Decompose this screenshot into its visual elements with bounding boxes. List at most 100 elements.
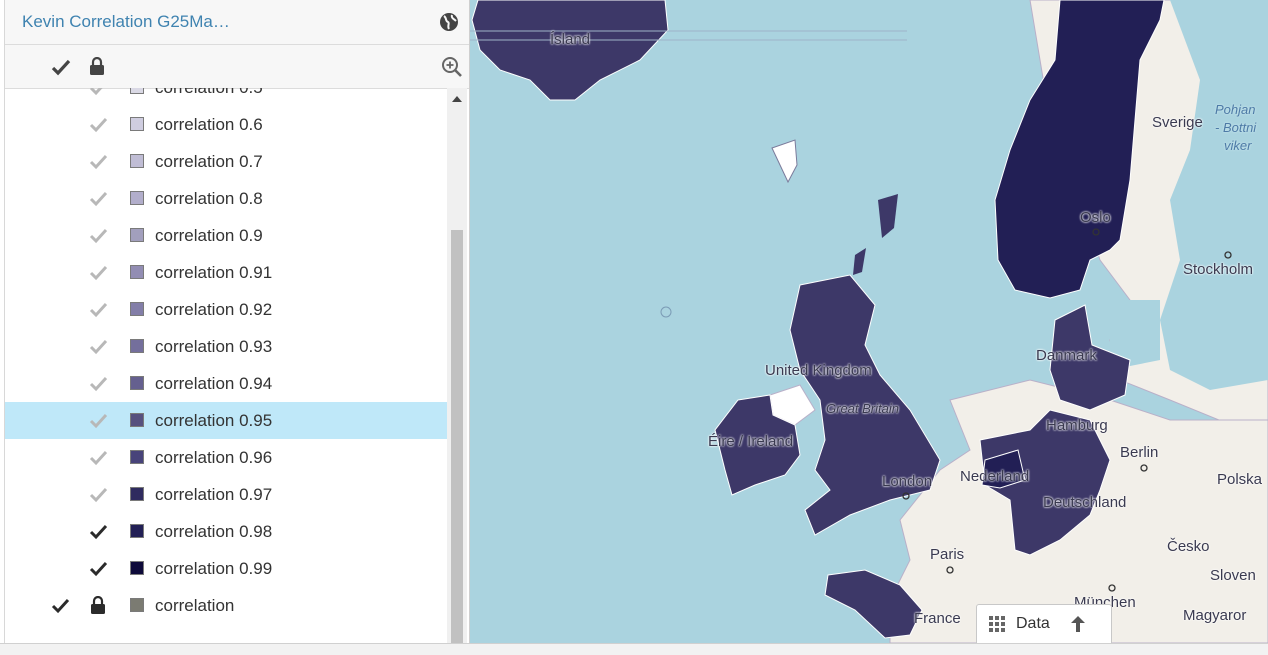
layer-label: correlation 0.9 [155, 226, 263, 245]
visibility-check-icon[interactable] [89, 375, 108, 392]
layer-color-swatch [130, 302, 144, 316]
layer-panel: Kevin Correlation G25Ma… correlation 0.5… [4, 0, 470, 643]
iceland [471, 0, 669, 101]
data-panel-toggle[interactable]: Data [976, 604, 1112, 643]
layer-label: correlation 0.96 [155, 448, 273, 467]
visibility-check-icon[interactable] [89, 88, 108, 96]
lock-icon[interactable] [90, 595, 106, 615]
visibility-check-icon[interactable] [89, 301, 108, 318]
panel-title[interactable]: Kevin Correlation G25Ma… [22, 12, 230, 32]
layer-row[interactable]: correlation 0.91 [5, 254, 447, 291]
layer-label: correlation 0.97 [155, 485, 273, 504]
scrollbar-thumb[interactable] [451, 230, 463, 643]
map-label-london: London [882, 473, 933, 490]
map-label-magyarorszag: Magyaror [1183, 607, 1247, 624]
zoom-in-icon[interactable] [441, 56, 463, 78]
layer-label: correlation 0.93 [155, 337, 273, 356]
map-label-cesko: Česko [1167, 538, 1210, 555]
globe-icon[interactable] [439, 12, 459, 32]
visibility-check-icon[interactable] [89, 153, 108, 170]
map-label-stockholm: Stockholm [1183, 261, 1254, 278]
visibility-check-icon[interactable] [89, 560, 108, 577]
map-label-hamburg: Hamburg [1046, 417, 1108, 434]
layer-row[interactable]: correlation 0.93 [5, 328, 447, 365]
visibility-check-icon[interactable] [89, 412, 108, 429]
map-label-great-britain: Great Britain [826, 401, 899, 416]
visibility-check-icon[interactable] [89, 523, 108, 540]
scrollbar[interactable] [447, 88, 467, 643]
layer-color-swatch [130, 413, 144, 427]
lock-icon[interactable] [89, 57, 105, 76]
layer-label: correlation [155, 596, 235, 615]
map-label-pohjanlahti-3: viker [1224, 138, 1252, 153]
layer-row[interactable]: correlation 0.92 [5, 291, 447, 328]
layer-row[interactable]: correlation 0.5 [5, 88, 447, 106]
map-canvas[interactable]: Ísland Sverige Pohjan - Bottni viker Osl… [470, 0, 1268, 643]
layer-label: correlation 0.5 [155, 88, 263, 98]
visibility-check-icon[interactable] [89, 116, 108, 133]
layer-label: correlation 0.99 [155, 559, 273, 578]
visibility-check-icon[interactable] [89, 190, 108, 207]
layer-row[interactable]: correlation 0.94 [5, 365, 447, 402]
map-label-danmark: Danmark [1036, 347, 1097, 364]
map-label-france: France [914, 610, 961, 627]
map-label-eire: Éire / Ireland [708, 433, 794, 450]
layer-label: correlation 0.98 [155, 522, 273, 541]
layer-color-swatch [130, 339, 144, 353]
visibility-check-icon[interactable] [89, 264, 108, 281]
visibility-check-icon[interactable] [89, 449, 108, 466]
layer-color-swatch [130, 561, 144, 575]
visibility-check-icon[interactable] [89, 227, 108, 244]
basemap [470, 0, 1268, 643]
layer-color-swatch [130, 191, 144, 205]
layer-color-swatch [130, 154, 144, 168]
map-label-island: Ísland [550, 31, 591, 48]
layer-label: correlation 0.6 [155, 115, 263, 134]
orkney [853, 248, 866, 275]
scroll-up-icon[interactable] [452, 95, 462, 103]
layer-color-swatch [130, 450, 144, 464]
map-label-pohjanlahti-2: - Bottni [1215, 120, 1257, 135]
layer-color-swatch [130, 88, 144, 94]
map-label-nederland: Nederland [960, 468, 1030, 485]
map-label-paris: Paris [930, 546, 965, 563]
layer-color-swatch [130, 487, 144, 501]
layer-row[interactable]: correlation 0.8 [5, 180, 447, 217]
visibility-check-icon[interactable] [51, 597, 70, 614]
grid-icon [989, 615, 1005, 632]
map-label-oslo: Oslo [1080, 209, 1111, 226]
layer-label: correlation 0.94 [155, 374, 273, 393]
layer-list[interactable]: correlation 0.5 correlation 0.6 correlatio… [5, 88, 447, 643]
data-panel-label: Data [1016, 615, 1050, 632]
layer-label: correlation 0.91 [155, 263, 273, 282]
visibility-check-icon[interactable] [89, 338, 108, 355]
layer-row[interactable]: correlation 0.96 [5, 439, 447, 476]
layer-color-swatch [130, 117, 144, 131]
map-label-deutschland: Deutschland [1043, 494, 1127, 511]
parent-layer-row[interactable]: correlation [5, 587, 447, 624]
map-label-slovenija: Sloven [1210, 567, 1256, 584]
layer-color-swatch [130, 376, 144, 390]
layer-label: correlation 0.8 [155, 189, 263, 208]
panel-header: Kevin Correlation G25Ma… [5, 0, 469, 45]
layer-row[interactable]: correlation 0.97 [5, 476, 447, 513]
layer-color-swatch [130, 228, 144, 242]
arrow-up-icon[interactable] [1070, 615, 1086, 633]
shetland [878, 194, 898, 238]
layer-row[interactable]: correlation 0.7 [5, 143, 447, 180]
map-label-pohjanlahti-1: Pohjan [1215, 102, 1256, 117]
panel-toolbar [5, 45, 469, 89]
layer-row[interactable]: correlation 0.95 [5, 402, 447, 439]
layer-row[interactable]: correlation 0.6 [5, 106, 447, 143]
visibility-check-icon[interactable] [89, 486, 108, 503]
map-label-united-kingdom: United Kingdom [765, 362, 872, 379]
layer-label: correlation 0.95 [155, 411, 273, 430]
layer-row[interactable]: correlation 0.9 [5, 217, 447, 254]
layer-color-swatch [130, 524, 144, 538]
layer-label: correlation 0.92 [155, 300, 273, 319]
map-label-sverige: Sverige [1152, 114, 1203, 131]
layer-label: correlation 0.7 [155, 152, 263, 171]
layer-row[interactable]: correlation 0.98 [5, 513, 447, 550]
layer-row[interactable]: correlation 0.99 [5, 550, 447, 587]
checkmark-icon[interactable] [51, 58, 71, 76]
